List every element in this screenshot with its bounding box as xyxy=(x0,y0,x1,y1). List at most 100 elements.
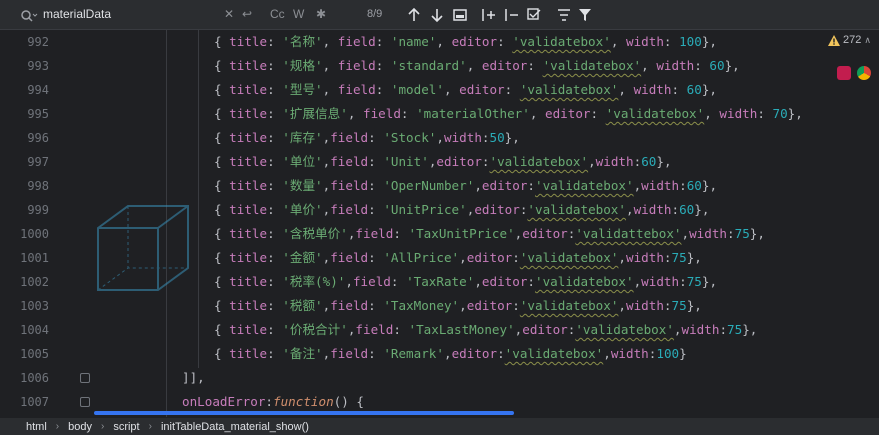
keyword: function xyxy=(273,394,334,409)
width-value: 75 xyxy=(671,250,687,265)
code-line[interactable]: ]], xyxy=(182,366,205,390)
field-value: 'TaxMoney' xyxy=(383,298,460,313)
new-line-icon[interactable]: ↩ xyxy=(242,7,252,21)
line-number: 998 xyxy=(27,179,49,193)
breadcrumb-item[interactable]: script xyxy=(113,421,139,433)
title-value: '税额' xyxy=(282,298,323,313)
warning-count: 272 xyxy=(843,34,862,46)
line-number: 1002 xyxy=(20,275,49,289)
toggle-selection-icon[interactable] xyxy=(525,6,543,24)
match-case-toggle[interactable]: Cc xyxy=(270,7,285,21)
title-value: '扩展信息' xyxy=(282,106,348,121)
chevron-right-icon: › xyxy=(55,421,60,432)
field-value: 'TaxRate' xyxy=(406,274,475,289)
editor-value: 'validatebox' xyxy=(519,298,619,313)
line-number: 1006 xyxy=(20,371,49,385)
code-line[interactable]: { title: '规格', field: 'standard', editor… xyxy=(214,54,740,78)
editor-value: 'validatebox' xyxy=(605,106,705,121)
code-line[interactable]: { title: '单位',field: 'Unit',editor:'vali… xyxy=(214,150,672,174)
editor-value: 'validatebox' xyxy=(527,202,626,217)
line-number: 997 xyxy=(27,155,49,169)
field-value: 'TaxLastMoney' xyxy=(408,322,515,337)
code-line[interactable]: { title: '税率(%)',field: 'TaxRate',editor… xyxy=(214,270,717,294)
chrome-icon[interactable] xyxy=(857,66,871,80)
width-value: 50 xyxy=(489,130,505,145)
editor-value: 'validatebox' xyxy=(519,250,619,265)
field-value: 'Stock' xyxy=(383,130,437,145)
chevron-right-icon: › xyxy=(148,421,152,432)
line-number: 992 xyxy=(27,35,49,49)
arrow-up-icon[interactable] xyxy=(405,6,423,24)
code-line[interactable]: { title: '金额',field: 'AllPrice',editor:'… xyxy=(214,246,702,270)
field-value: 'Remark' xyxy=(383,346,444,361)
browser-preview-icons xyxy=(837,66,871,80)
horizontal-scrollbar[interactable] xyxy=(94,411,514,415)
code-rest: () { xyxy=(333,394,365,409)
line-number: 1000 xyxy=(20,227,49,241)
breadcrumb-item[interactable]: html xyxy=(26,421,47,433)
field-value: 'materialOther' xyxy=(416,106,530,121)
chevron-right-icon: › xyxy=(100,421,105,432)
match-count: 8/9 xyxy=(367,8,383,20)
line-number: 1003 xyxy=(20,299,49,313)
code-line[interactable]: { title: '税额',field: 'TaxMoney',editor:'… xyxy=(214,294,702,318)
editor-value: 'validatebox' xyxy=(512,34,611,49)
line-number: 999 xyxy=(27,203,49,217)
field-value: 'TaxUnitPrice' xyxy=(408,226,515,241)
line-number: 995 xyxy=(27,107,49,121)
search-input[interactable]: materialData ✕ ↩ Cc W ✱ xyxy=(10,3,336,27)
editor-value: 'validatebox' xyxy=(535,274,634,289)
width-value: 60 xyxy=(686,178,702,193)
editor-value: 'validatebox' xyxy=(489,154,589,169)
breadcrumb-item[interactable]: body xyxy=(68,421,92,433)
fold-marker[interactable] xyxy=(80,373,90,383)
title-value: '库存' xyxy=(282,130,323,145)
width-value: 100 xyxy=(656,346,680,361)
search-icon[interactable] xyxy=(20,8,38,22)
search-query[interactable]: materialData xyxy=(43,7,111,21)
title-value: '含税单价' xyxy=(282,226,348,241)
title-value: '单位' xyxy=(282,154,323,169)
regex-icon[interactable]: ✱ xyxy=(316,7,326,21)
filter-icon[interactable] xyxy=(576,6,594,24)
indent-guide xyxy=(166,30,167,417)
width-value: 100 xyxy=(679,34,702,49)
field-value: 'standard' xyxy=(390,58,467,73)
editor-value: 'validattebox' xyxy=(575,226,682,241)
width-value: 75 xyxy=(727,322,743,337)
line-number: 993 xyxy=(27,59,49,73)
title-value: '单价' xyxy=(282,202,323,217)
field-value: 'name' xyxy=(390,34,437,49)
code-line[interactable]: { title: '备注',field: 'Remark',editor:'va… xyxy=(214,342,687,366)
code-line[interactable]: { title: '价税合计',field: 'TaxLastMoney',ed… xyxy=(214,318,757,342)
code-line[interactable]: { title: '扩展信息', field: 'materialOther',… xyxy=(214,102,803,126)
chevron-up-icon: ∧ xyxy=(864,34,871,45)
editor-value: 'validatebox' xyxy=(504,346,604,361)
warning-icon xyxy=(828,34,841,46)
filter-options-icon[interactable] xyxy=(555,6,573,24)
title-value: '备注' xyxy=(282,346,323,361)
add-occurrence-icon[interactable] xyxy=(480,6,498,24)
code-line[interactable]: { title: '型号', field: 'model', editor: '… xyxy=(214,78,717,102)
code-line[interactable]: { title: '含税单价',field: 'TaxUnitPrice',ed… xyxy=(214,222,765,246)
field-value: 'OperNumber' xyxy=(383,178,475,193)
width-value: 75 xyxy=(734,226,750,241)
remove-occurrence-icon[interactable] xyxy=(503,6,521,24)
clear-search-icon[interactable]: ✕ xyxy=(224,7,234,21)
code-line[interactable]: { title: '单价',field: 'UnitPrice',editor:… xyxy=(214,198,709,222)
width-value: 60 xyxy=(679,202,695,217)
field-value: 'Unit' xyxy=(383,154,429,169)
title-value: '规格' xyxy=(282,58,323,73)
intellij-icon[interactable] xyxy=(837,66,851,80)
breadcrumb-item[interactable]: initTableData_material_show() xyxy=(161,421,309,433)
inspection-widget[interactable]: 272 ∧ xyxy=(828,32,871,48)
arrow-down-icon[interactable] xyxy=(428,6,446,24)
fold-marker[interactable] xyxy=(80,397,90,407)
code-line[interactable]: { title: '数量',field: 'OperNumber',editor… xyxy=(214,174,717,198)
code-line[interactable]: { title: '库存',field: 'Stock',width:50}, xyxy=(214,126,520,150)
code-line[interactable]: { title: '名称', field: 'name', editor: 'v… xyxy=(214,30,717,54)
code-editor[interactable]: 992 { title: '名称', field: 'name', editor:… xyxy=(0,30,879,417)
whole-word-toggle[interactable]: W xyxy=(293,7,304,21)
title-value: '价税合计' xyxy=(282,322,348,337)
select-all-occurrences-icon[interactable] xyxy=(451,6,469,24)
